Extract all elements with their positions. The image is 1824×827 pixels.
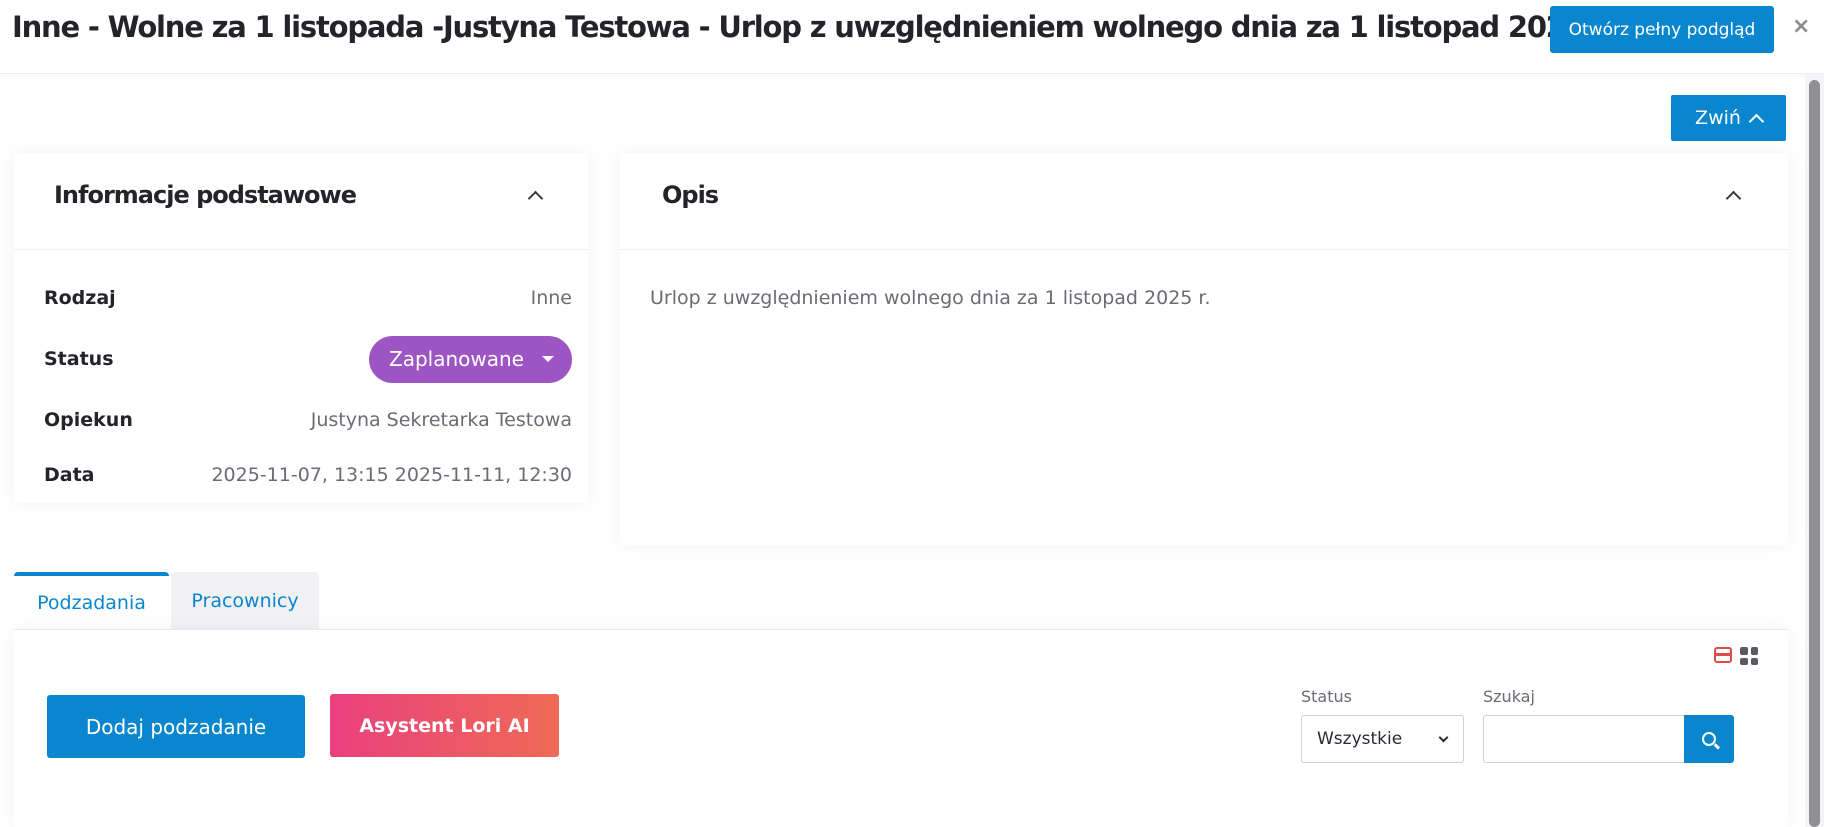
status-dropdown[interactable]: Zaplanowane	[369, 335, 572, 383]
date-label: Data	[44, 464, 95, 486]
chevron-up-icon	[1748, 113, 1765, 129]
open-full-view-button[interactable]: Otwórz pełny podgląd	[1550, 6, 1774, 53]
view-switcher	[1714, 647, 1758, 665]
date-value: 2025-11-07, 13:15 2025-11-11, 12:30	[211, 464, 572, 486]
chevron-up-icon[interactable]	[1725, 190, 1742, 207]
description-header[interactable]: Opis	[620, 153, 1788, 250]
close-icon[interactable]: ×	[1792, 14, 1810, 39]
description-title: Opis	[662, 181, 719, 209]
owner-value: Justyna Sekretarka Testowa	[310, 409, 572, 431]
status-filter-label: Status	[1301, 687, 1352, 706]
collapse-label: Zwiń	[1695, 107, 1741, 129]
basic-info-header[interactable]: Informacje podstawowe	[14, 153, 588, 250]
search-label: Szukaj	[1483, 687, 1535, 706]
basic-info-title: Informacje podstawowe	[54, 181, 357, 209]
type-label: Rodzaj	[44, 287, 116, 309]
info-row-type: Rodzaj Inne	[44, 283, 572, 313]
collapse-button[interactable]: Zwiń	[1671, 95, 1786, 141]
chevron-down-icon	[1438, 732, 1449, 742]
status-filter-select[interactable]: Wszystkie	[1301, 715, 1464, 763]
modal-header: Inne - Wolne za 1 listopada -Justyna Tes…	[0, 0, 1824, 74]
search-icon	[1702, 732, 1716, 746]
status-filter-value: Wszystkie	[1317, 729, 1403, 749]
info-row-date: Data 2025-11-07, 13:15 2025-11-11, 12:30	[44, 460, 572, 490]
info-row-status: Status Zaplanowane	[44, 335, 572, 383]
modal-title: Inne - Wolne za 1 listopada -Justyna Tes…	[12, 10, 1613, 44]
type-value: Inne	[530, 287, 572, 309]
scrollbar[interactable]	[1805, 74, 1824, 827]
info-row-owner: Opiekun Justyna Sekretarka Testowa	[44, 405, 572, 435]
tab-employees[interactable]: Pracownicy	[171, 572, 319, 630]
status-label: Status	[44, 348, 114, 370]
description-text: Urlop z uwzględnieniem wolnego dnia za 1…	[650, 287, 1211, 309]
scrollbar-thumb[interactable]	[1809, 80, 1820, 827]
add-subtask-button[interactable]: Dodaj podzadanie	[47, 695, 305, 758]
ai-assistant-button[interactable]: Asystent Lori AI	[330, 694, 559, 757]
search-button[interactable]	[1684, 715, 1734, 763]
list-view-icon[interactable]	[1714, 647, 1732, 663]
status-value: Zaplanowane	[389, 347, 524, 371]
search-input[interactable]	[1483, 715, 1686, 763]
basic-info-panel: Informacje podstawowe Rodzaj Inne Status…	[14, 153, 588, 503]
owner-label: Opiekun	[44, 409, 133, 431]
tab-subtasks[interactable]: Podzadania	[14, 572, 169, 630]
chevron-up-icon[interactable]	[527, 190, 544, 207]
description-panel: Opis Urlop z uwzględnieniem wolnego dnia…	[620, 153, 1788, 545]
grid-view-icon[interactable]	[1740, 647, 1758, 665]
caret-down-icon	[542, 356, 554, 362]
